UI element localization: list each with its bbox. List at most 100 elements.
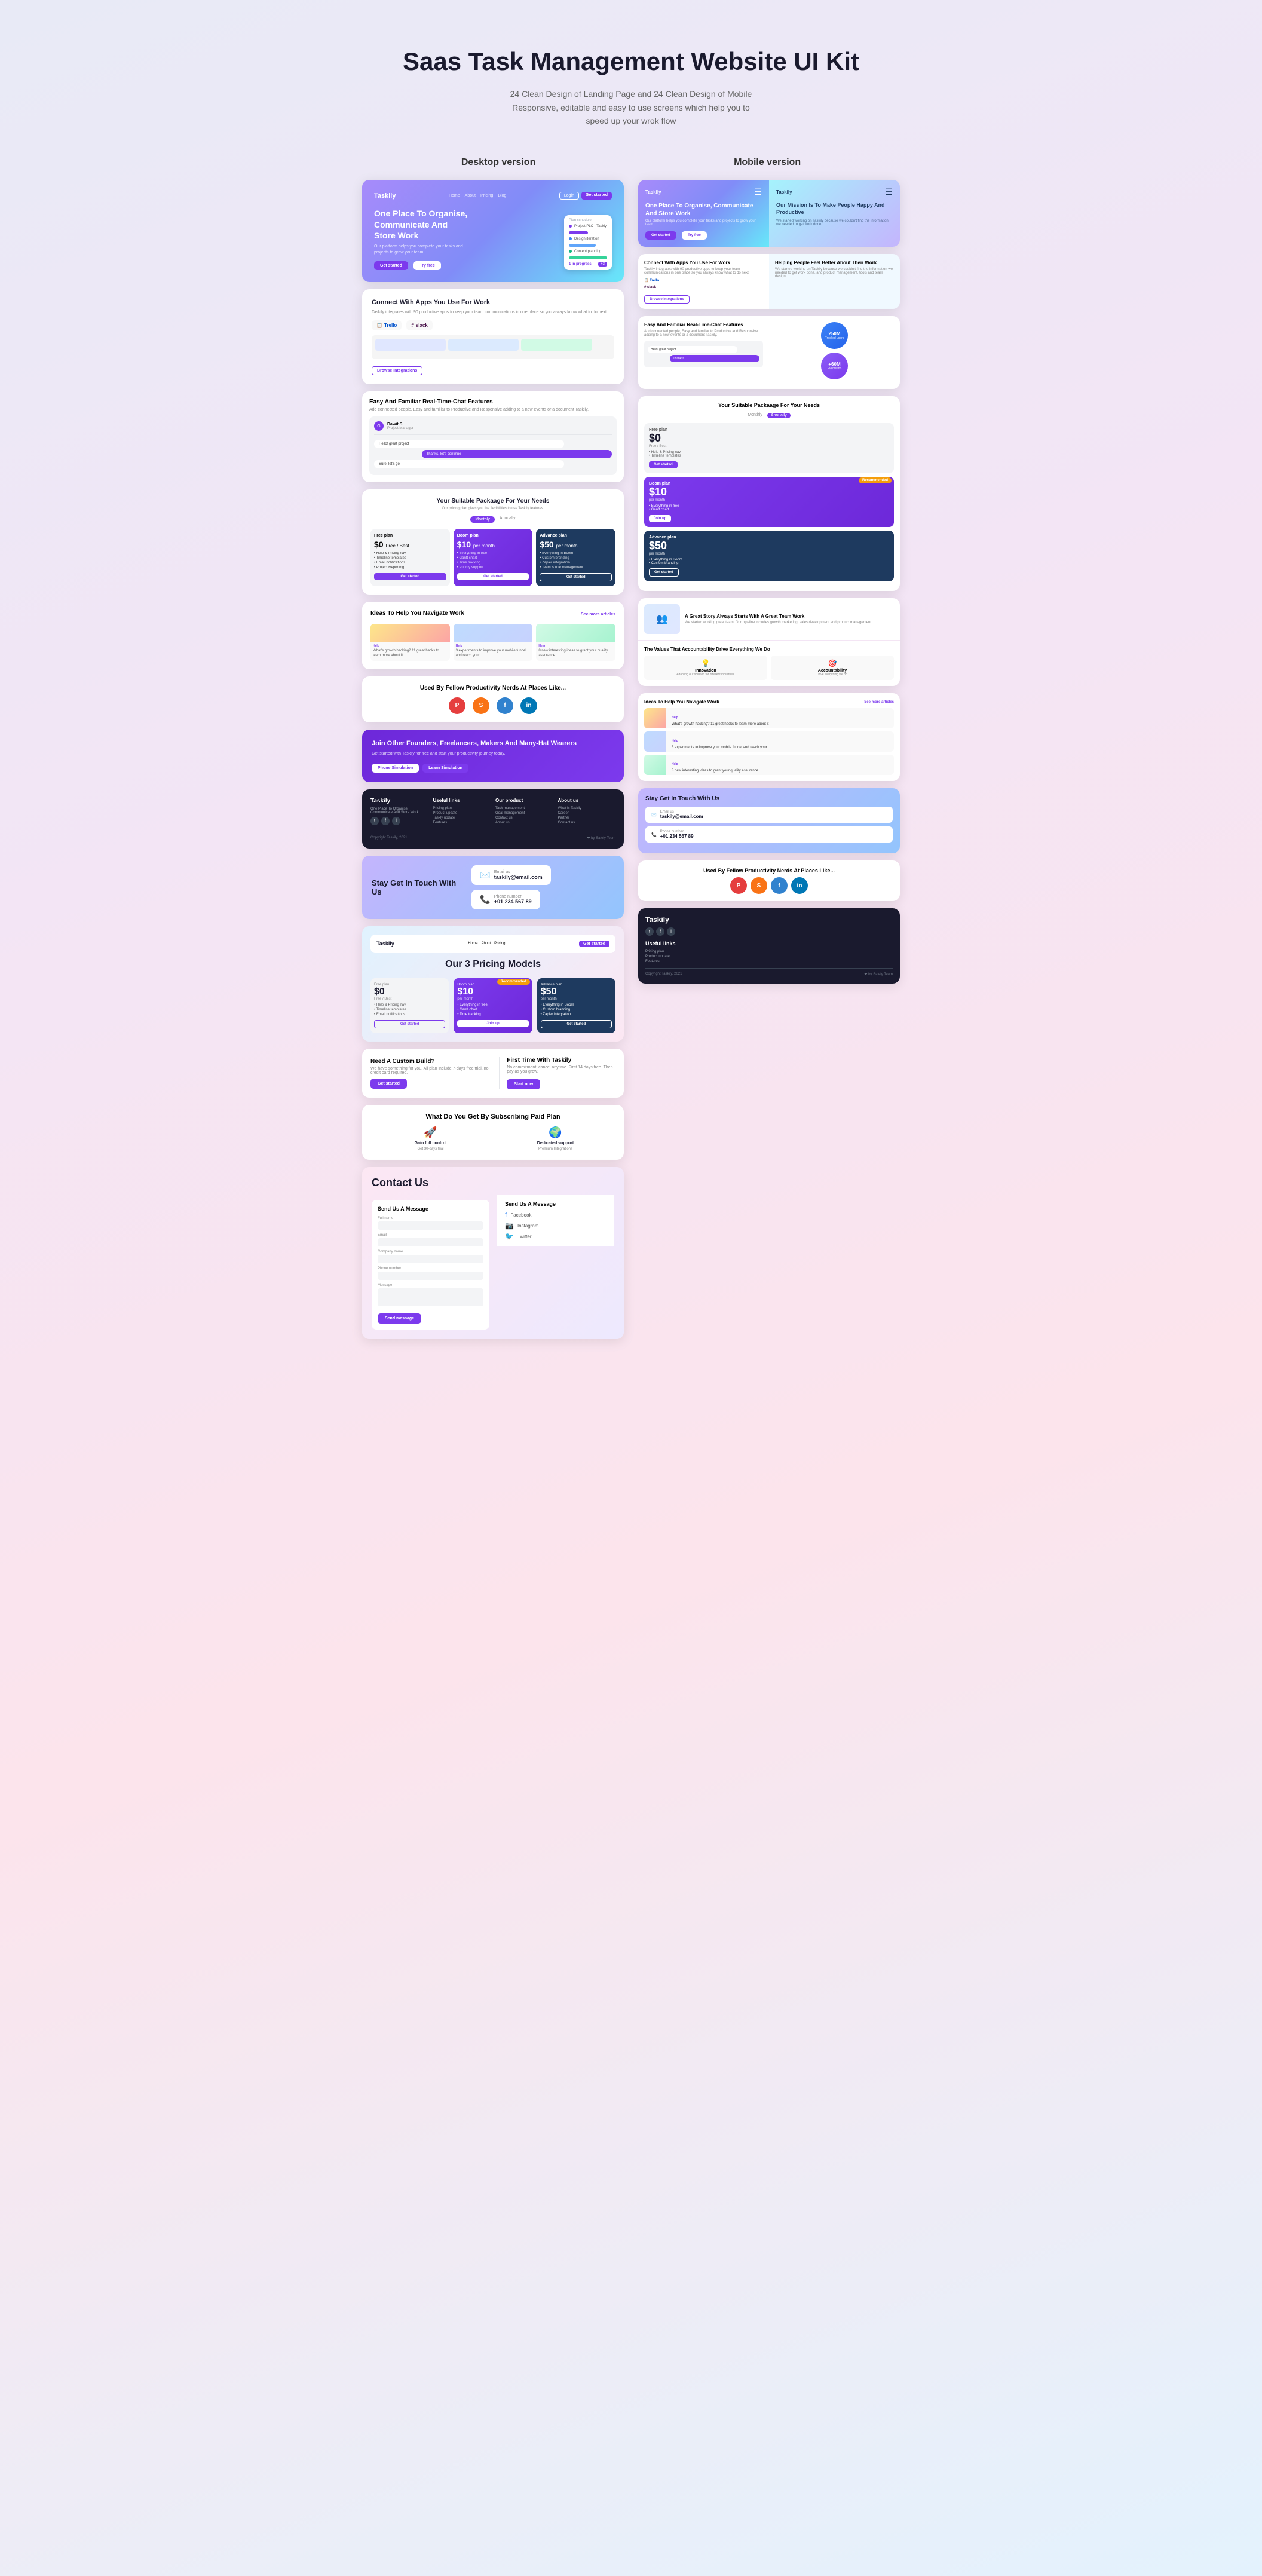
mobile-footer-link-2[interactable]: Product update	[645, 955, 893, 958]
mobile-slack: # slack	[644, 286, 763, 289]
mobile-menu-icon-2[interactable]: ☰	[885, 187, 893, 197]
mobile-footer-link-3[interactable]: Features	[645, 960, 893, 963]
footer-about-1[interactable]: What is Taskily	[558, 807, 616, 810]
footer-product-3[interactable]: Contact us	[495, 816, 553, 820]
pp-boom-btn[interactable]: Join up	[457, 1020, 528, 1027]
mobile-hero-btns-1: Get started Try free	[645, 228, 762, 240]
mobile-start-btn-1[interactable]: Get started	[645, 231, 676, 240]
mobile-chat-2: Thanks!	[670, 355, 759, 362]
join-learn-btn[interactable]: Learn Simulation	[422, 764, 468, 773]
pp-advance-btn[interactable]: Get started	[541, 1020, 612, 1028]
footer-about-3[interactable]: Partner	[558, 816, 616, 820]
desktop-nav-bar: Taskily Home About Pricing Blog Login Ge…	[374, 192, 612, 200]
mobile-logo-in: in	[791, 877, 808, 894]
footer-grid: Taskily One Place To Organise, Communica…	[370, 798, 615, 826]
hero-try-btn[interactable]: Try free	[413, 261, 440, 270]
phone-icon: 📞	[480, 895, 490, 905]
browse-integrations-btn[interactable]: Browse Integrations	[372, 366, 422, 375]
form-input-phone[interactable]	[378, 1272, 483, 1280]
plan-free-btn[interactable]: Get started	[374, 573, 446, 580]
pricing-annually-toggle[interactable]: Annually	[500, 516, 516, 523]
footer-link-4[interactable]: Features	[433, 821, 491, 825]
mobile-try-btn-1[interactable]: Try free	[682, 231, 707, 240]
mobile-see-more-btn[interactable]: See more articles	[864, 700, 894, 704]
footer-link-2[interactable]: Product update	[433, 811, 491, 815]
preview-bar-3	[569, 256, 607, 259]
preview-bars-row	[375, 339, 611, 351]
pricing-nav-btn[interactable]: Get started	[579, 941, 609, 947]
pricing-nav-about[interactable]: About	[481, 942, 491, 945]
form-input-company[interactable]	[378, 1255, 483, 1263]
mobile-email-btn[interactable]: ✉️ Email us taskily@email.com	[645, 807, 893, 823]
mobile-browse-btn[interactable]: Browse integrations	[644, 295, 690, 304]
footer-about-4[interactable]: Contact us	[558, 821, 616, 825]
pp-free-btn[interactable]: Get started	[374, 1020, 445, 1028]
mobile-stat-lbl-2: Events/mo	[828, 367, 842, 370]
mobile-chat-section: Easy And Familiar Real-Time-Chat Feature…	[638, 316, 769, 389]
preview-bar-2	[569, 244, 596, 247]
mobile-social-facebook[interactable]: f	[656, 927, 664, 936]
nav-home[interactable]: Home	[449, 194, 460, 198]
mobile-used-by-card: Used By Fellow Productivity Nerds At Pla…	[638, 860, 900, 901]
footer-product-1[interactable]: Task management	[495, 807, 553, 810]
footer-link-1[interactable]: Pricing plan	[433, 807, 491, 810]
mobile-footer-link-1[interactable]: Pricing plan	[645, 950, 893, 954]
contact-page-hero: Contact Us	[372, 1177, 614, 1189]
footer-link-3[interactable]: Taskly update	[433, 816, 491, 820]
plan-advance-btn[interactable]: Get started	[540, 573, 612, 581]
login-button[interactable]: Login	[559, 192, 579, 200]
social-facebook[interactable]: f	[381, 817, 390, 825]
mobile-plan-free-btn[interactable]: Get started	[649, 461, 678, 468]
mobile-plan-advance-btn[interactable]: Get started	[649, 568, 679, 577]
mobile-article-text-2: Help 3 experiments to improve your mobil…	[669, 731, 772, 752]
contact-submit-btn[interactable]: Send message	[378, 1313, 421, 1324]
social-twitter-item[interactable]: 🐦 Twitter	[505, 1232, 606, 1240]
see-more-btn[interactable]: See more articles	[581, 612, 615, 617]
mobile-social-twitter[interactable]: t	[645, 927, 654, 936]
mobile-stat-circle-2: +60M Events/mo	[821, 353, 848, 379]
social-facebook-item[interactable]: f Facebook	[505, 1211, 606, 1219]
social-instagram-item[interactable]: 📷 Instagram	[505, 1221, 606, 1230]
mobile-monthly-lbl[interactable]: Monthly	[748, 413, 762, 418]
form-textarea-message[interactable]	[378, 1288, 483, 1306]
nav-blog[interactable]: Blog	[498, 194, 506, 198]
footer-brand-col: Taskily One Place To Organise, Communica…	[370, 798, 428, 826]
plan-advance: Advance plan $50 per month • Everything …	[536, 529, 615, 586]
chat-window: G Dawit S. Project Manager Hello! great …	[369, 416, 617, 475]
footer-about-2[interactable]: Career	[558, 811, 616, 815]
form-input-name[interactable]	[378, 1221, 483, 1230]
join-phone-btn[interactable]: Phone Simulation	[372, 764, 419, 773]
hero-get-started-btn[interactable]: Get started	[374, 261, 408, 270]
pricing-nav-pricing[interactable]: Pricing	[494, 942, 505, 945]
first-time-content: First Time With Taskily No commitment, c…	[499, 1057, 615, 1089]
mobile-plan-boom-btn[interactable]: Join up	[649, 515, 671, 522]
mobile-connect-card: Connect With Apps You Use For Work Taski…	[638, 254, 900, 309]
plan-free-f2: • Timeline templates	[374, 556, 446, 560]
need-custom-btn[interactable]: Get started	[370, 1079, 407, 1089]
plan-boom-btn[interactable]: Get started	[457, 573, 529, 580]
mobile-plan-free-price: $0	[649, 432, 889, 445]
footer-product-4[interactable]: About us	[495, 821, 553, 825]
get-started-button[interactable]: Get started	[581, 192, 612, 200]
contact-phone-btn[interactable]: 📞 Phone number +01 234 567 89	[471, 890, 540, 909]
first-time-btn[interactable]: Start now	[507, 1079, 540, 1089]
preview-footer: 1 in progress +3	[569, 262, 607, 267]
pricing-nav-home[interactable]: Home	[468, 942, 477, 945]
mobile-social-instagram[interactable]: i	[667, 927, 675, 936]
nav-about[interactable]: About	[465, 194, 476, 198]
form-input-email[interactable]	[378, 1238, 483, 1246]
task-item-2: Design iteration	[569, 236, 607, 242]
mobile-phone-btn[interactable]: 📞 Phone number +01 234 567 89	[645, 826, 893, 843]
contact-email-btn[interactable]: ✉️ Email us taskily@email.com	[471, 865, 550, 885]
social-instagram[interactable]: i	[392, 817, 400, 825]
footer-product-2[interactable]: Goal management	[495, 811, 553, 815]
slack-logo: # slack	[406, 320, 432, 330]
pricing-monthly-toggle[interactable]: Monthly	[470, 516, 495, 523]
plan-boom-price: $10 per month	[457, 540, 529, 549]
footer-product-col: Our product Task management Goal managem…	[495, 798, 553, 826]
social-links-section: Send Us A Message f Facebook 📷 Instagram	[497, 1195, 614, 1246]
mobile-menu-icon-1[interactable]: ☰	[754, 187, 762, 197]
mobile-annually-lbl[interactable]: Annually	[767, 413, 791, 418]
social-twitter[interactable]: t	[370, 817, 379, 825]
nav-pricing[interactable]: Pricing	[480, 194, 493, 198]
